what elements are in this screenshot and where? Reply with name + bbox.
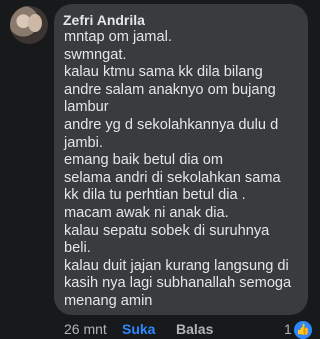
comment-author[interactable]: Zefri Andrila	[63, 12, 298, 29]
comment-text: mntap om jamal. swmngat. kalau ktmu sama…	[64, 29, 298, 311]
avatar-face	[28, 14, 42, 32]
comment-line: andre salam anaknyo om bujang	[64, 81, 276, 98]
comment-line: andre yg d sekolahkannya dulu d	[64, 116, 279, 133]
comment-bubble: Zefri Andrila mntap om jamal. swmngat. k…	[54, 4, 308, 315]
comment-line: selama andri di sekolahkan sama	[64, 169, 281, 186]
comment-actions: 26 mnt Suka Balas 1 👍	[64, 321, 320, 339]
comment-line: macam awak ni anak dia.	[64, 204, 229, 221]
like-icon[interactable]: 👍	[294, 321, 312, 339]
comment-line: mntap om jamal.	[64, 29, 172, 45]
comment-line: beli.	[64, 240, 91, 257]
avatar[interactable]	[10, 6, 48, 44]
comment-line: kasih nya lagi subhanallah semoga	[64, 275, 292, 292]
comment-line: lambur	[64, 99, 109, 116]
comment-line: kalau sepatu sobek di suruhnya	[64, 222, 270, 239]
comment-line: emang baik betul dia om	[64, 152, 224, 169]
reaction-count[interactable]: 1	[284, 321, 292, 337]
comment-line: kk dila tu perhtian betul dia .	[64, 187, 246, 204]
reply-button[interactable]: Balas	[176, 321, 213, 337]
comment-line: kalau duit jajan kurang langsung di	[64, 257, 289, 274]
comment-line: menang amin	[64, 292, 153, 309]
comment-line: swmngat.	[64, 46, 127, 63]
like-button[interactable]: Suka	[122, 321, 155, 337]
comment-line: jambi.	[64, 134, 103, 151]
comment-timestamp[interactable]: 26 mnt	[64, 321, 107, 337]
comment-line: kalau ktmu sama kk dila bilang	[64, 64, 263, 81]
